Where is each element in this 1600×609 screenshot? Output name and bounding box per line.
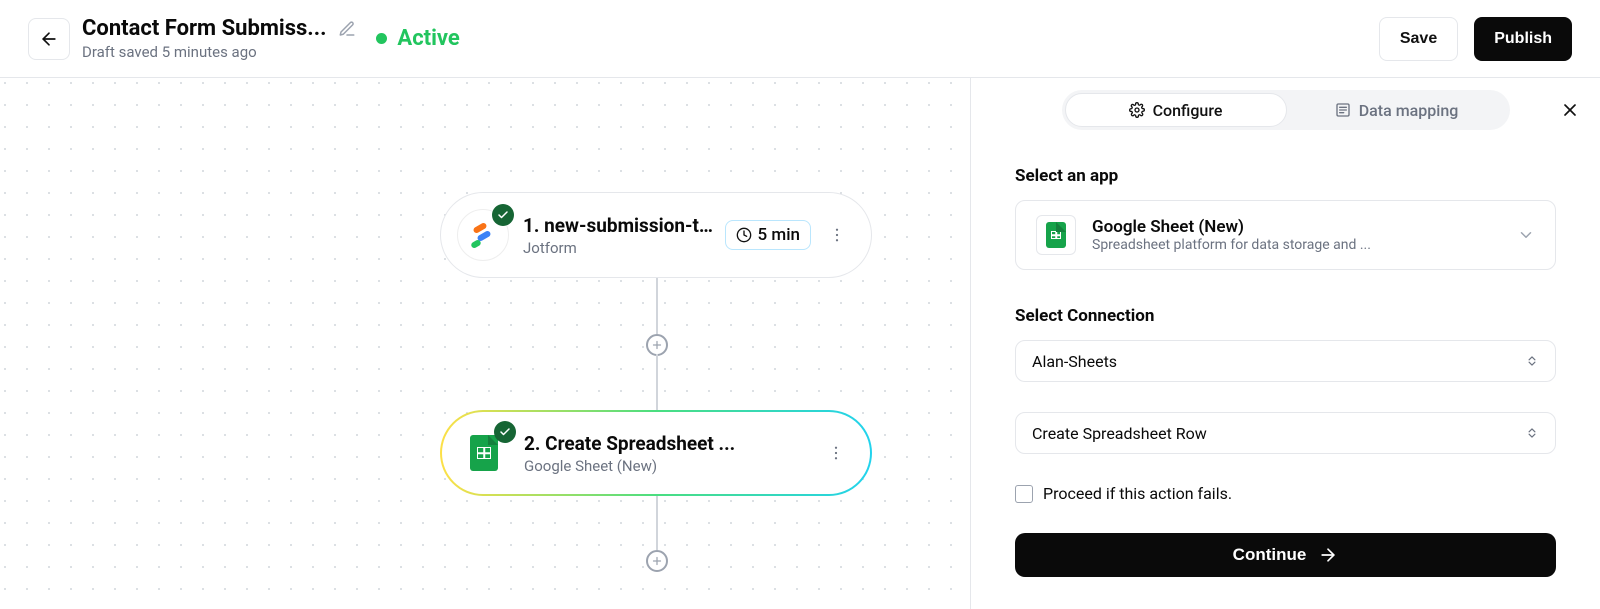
app-selector[interactable]: Google Sheet (New) Spreadsheet platform …: [1015, 200, 1556, 270]
check-badge-icon: [494, 421, 516, 443]
google-sheets-app-icon: [1036, 215, 1076, 255]
tab-data-mapping[interactable]: Data mapping: [1287, 93, 1507, 127]
status-badge: Active: [376, 26, 459, 51]
proceed-checkbox[interactable]: [1015, 485, 1033, 503]
proceed-label: Proceed if this action fails.: [1043, 484, 1232, 503]
node-title: 1. new-submission-trig...: [523, 214, 717, 237]
action-select[interactable]: Create Spreadsheet Row: [1015, 412, 1556, 454]
publish-button[interactable]: Publish: [1474, 17, 1572, 61]
header-bar: Contact Form Submiss... Draft saved 5 mi…: [0, 0, 1600, 78]
section-select-app: Select an app: [1015, 166, 1556, 186]
chevron-down-icon: [1517, 226, 1535, 244]
node-title: 2. Create Spreadsheet ...: [524, 432, 822, 455]
pencil-icon: [338, 20, 356, 38]
connector-line: [656, 278, 658, 334]
status-label: Active: [397, 26, 459, 51]
action-value: Create Spreadsheet Row: [1032, 424, 1207, 443]
connector-line: [656, 496, 658, 550]
app-description: Spreadsheet platform for data storage an…: [1092, 237, 1501, 253]
workflow-canvas[interactable]: 1. new-submission-trig... Jotform 5 min: [0, 78, 970, 609]
panel-tabs: Configure Data mapping: [1062, 90, 1510, 130]
frequency-pill[interactable]: 5 min: [725, 220, 812, 250]
tab-label: Configure: [1153, 101, 1223, 120]
dots-vertical-icon: [828, 226, 846, 244]
back-button[interactable]: [28, 18, 70, 60]
plus-icon: [651, 339, 663, 351]
google-sheets-app-icon: [458, 427, 510, 479]
connection-value: Alan-Sheets: [1032, 352, 1117, 371]
node-app: Google Sheet (New): [524, 457, 822, 475]
sort-icon: [1525, 354, 1539, 368]
config-panel: Configure Data mapping Select an app Goo…: [970, 78, 1600, 609]
tab-label: Data mapping: [1359, 101, 1459, 120]
title-block: Contact Form Submiss... Draft saved 5 mi…: [82, 16, 356, 61]
node-menu-button[interactable]: [823, 226, 851, 244]
proceed-on-fail-row[interactable]: Proceed if this action fails.: [1015, 484, 1556, 503]
draft-status: Draft saved 5 minutes ago: [82, 43, 356, 61]
continue-button[interactable]: Continue: [1015, 533, 1556, 577]
node-menu-button[interactable]: [822, 444, 850, 462]
clock-icon: [736, 227, 752, 243]
add-step-button[interactable]: [646, 334, 668, 356]
workflow-title[interactable]: Contact Form Submiss...: [82, 16, 326, 41]
tab-configure[interactable]: Configure: [1065, 93, 1287, 127]
check-badge-icon: [492, 204, 514, 226]
workflow-node-action[interactable]: 2. Create Spreadsheet ... Google Sheet (…: [440, 410, 872, 496]
add-step-button[interactable]: [646, 550, 668, 572]
workflow-node-trigger[interactable]: 1. new-submission-trig... Jotform 5 min: [440, 192, 872, 278]
node-app: Jotform: [523, 239, 717, 257]
arrow-right-icon: [1318, 545, 1338, 565]
close-panel-button[interactable]: [1560, 100, 1580, 124]
connector-line: [656, 354, 658, 410]
section-select-connection: Select Connection: [1015, 306, 1556, 326]
dots-vertical-icon: [827, 444, 845, 462]
arrow-left-icon: [39, 29, 59, 49]
list-icon: [1335, 102, 1351, 118]
app-name: Google Sheet (New): [1092, 217, 1501, 237]
gear-icon: [1129, 102, 1145, 118]
edit-title-button[interactable]: [338, 20, 356, 38]
sort-icon: [1525, 426, 1539, 440]
connection-select[interactable]: Alan-Sheets: [1015, 340, 1556, 382]
save-button[interactable]: Save: [1379, 17, 1458, 61]
status-dot-icon: [376, 33, 387, 44]
plus-icon: [651, 555, 663, 567]
frequency-label: 5 min: [758, 225, 801, 245]
close-icon: [1560, 100, 1580, 120]
jotform-app-icon: [457, 209, 509, 261]
